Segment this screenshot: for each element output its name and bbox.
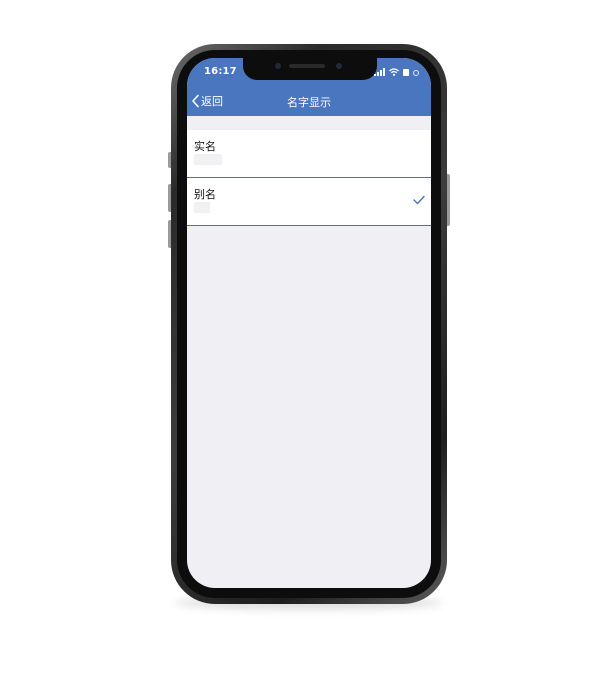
notch <box>243 58 377 80</box>
page-title: 名字显示 <box>287 96 331 109</box>
option-label: 别名 <box>194 188 216 201</box>
status-bar: 16:17 <box>187 58 431 86</box>
front-camera-icon <box>275 63 281 69</box>
alias-value-redacted <box>194 202 210 213</box>
option-label: 实名 <box>194 140 216 153</box>
checkmark-icon <box>413 195 425 205</box>
signal-icon <box>374 68 385 76</box>
face-sensor-icon <box>336 63 342 69</box>
status-time: 16:17 <box>204 66 237 77</box>
device-stage: 16:17 返回 名字显示 实名 别名 <box>0 0 600 680</box>
earpiece-speaker <box>289 64 325 68</box>
wifi-icon <box>389 68 399 76</box>
option-alias[interactable]: 别名 <box>187 178 431 226</box>
status-icons <box>374 67 419 76</box>
phone-screen: 16:17 返回 名字显示 实名 别名 <box>187 58 431 588</box>
option-real-name[interactable]: 实名 <box>187 130 431 178</box>
name-display-options: 实名 别名 <box>187 130 431 226</box>
screen-rotation-lock-icon <box>413 70 419 76</box>
battery-icon <box>403 69 409 76</box>
nav-bar: 返回 名字显示 <box>187 86 431 116</box>
real-name-value-redacted <box>194 154 222 165</box>
